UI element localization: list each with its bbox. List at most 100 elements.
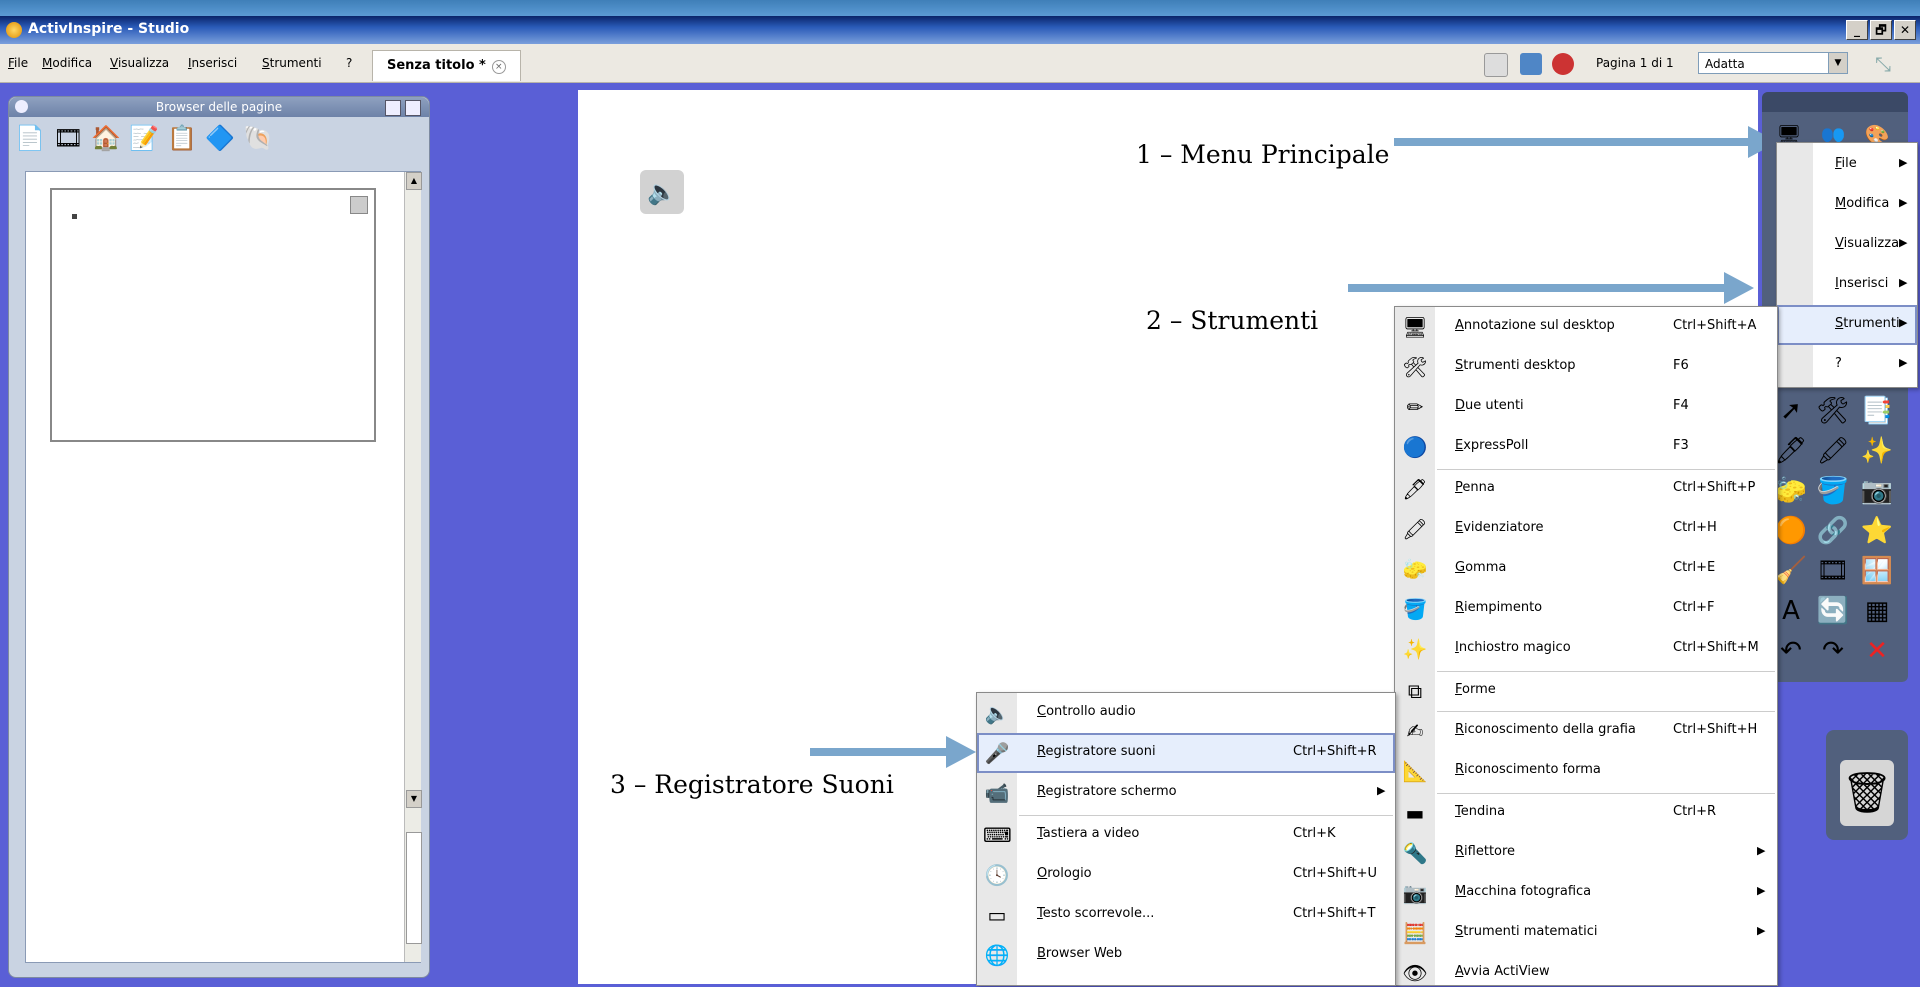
submenu-arrow-icon: ▶ bbox=[1899, 156, 1908, 169]
resource-tool-icon[interactable]: 🎞 bbox=[1814, 552, 1852, 590]
main-menu-item[interactable]: ? ▶ bbox=[1777, 345, 1917, 385]
handwriting-recognition-icon: ✍ bbox=[1406, 719, 1424, 743]
scroll-up-icon[interactable]: ▲ bbox=[406, 172, 422, 190]
main-menu-item[interactable]: Visualizza ▶ bbox=[1777, 225, 1917, 265]
tools-menu-item[interactable]: 📷 Macchina fotografica ▶ bbox=[1395, 873, 1777, 913]
more-tools-menu-item[interactable]: ⌨ Tastiera a video Ctrl+K bbox=[977, 815, 1395, 855]
main-menu-item-strumenti[interactable]: Strumenti ▶ bbox=[1777, 305, 1917, 345]
tools-menu-item[interactable]: 🔵 ExpressPoll F3 bbox=[1395, 427, 1777, 467]
fullscreen-icon[interactable]: ⤡ bbox=[1870, 52, 1896, 76]
menu-item-shortcut: Ctrl+Shift+P bbox=[1673, 480, 1756, 495]
activview-icon: 👁 bbox=[1402, 961, 1428, 985]
minimize-button[interactable]: _ bbox=[1846, 20, 1868, 40]
highlighter-tool-icon[interactable]: 🖍 bbox=[1814, 432, 1852, 470]
menu-visualizza[interactable]: Visualizza bbox=[110, 56, 169, 70]
maximize-button[interactable]: 🗗 bbox=[1870, 20, 1892, 40]
close-button[interactable]: ✕ bbox=[1894, 20, 1916, 40]
more-tools-menu-item[interactable]: 🔈 Controllo audio bbox=[977, 693, 1395, 733]
more-tools-menu-item[interactable]: 🕓 Orologio Ctrl+Shift+U bbox=[977, 855, 1395, 895]
menu-item-shortcut: Ctrl+H bbox=[1673, 520, 1717, 535]
submenu-arrow-icon: ▶ bbox=[1377, 784, 1386, 797]
more-tools-menu-item[interactable]: 📹 Registratore schermo ▶ bbox=[977, 773, 1395, 813]
main-menu-item[interactable]: Modifica ▶ bbox=[1777, 185, 1917, 225]
notes-icon[interactable]: 📝 bbox=[129, 123, 159, 153]
pages-icon[interactable]: 📄 bbox=[15, 123, 45, 153]
resources-icon[interactable]: 🎞 bbox=[53, 123, 83, 153]
tools-menu-item[interactable]: ▬ Tendina Ctrl+R bbox=[1395, 793, 1777, 833]
zoom-select[interactable]: Adatta ▼ bbox=[1698, 52, 1848, 74]
tools-menu-item[interactable]: 🖊 Penna Ctrl+Shift+P bbox=[1395, 469, 1777, 509]
main-menu-item[interactable]: Inserisci ▶ bbox=[1777, 265, 1917, 305]
page-browser-title: Browser delle pagine bbox=[155, 100, 283, 114]
fill-tool-icon[interactable]: 🪣 bbox=[1814, 472, 1852, 510]
menu-modifica[interactable]: Modifica bbox=[42, 56, 92, 70]
pin-icon[interactable] bbox=[15, 100, 28, 113]
tools-menu-item[interactable]: ⧉ Forme bbox=[1395, 671, 1777, 711]
tools-menu-item[interactable]: ✍ Riconoscimento della grafia Ctrl+Shift+H bbox=[1395, 711, 1777, 751]
toolbox-header bbox=[1762, 92, 1908, 112]
main-menu-item[interactable]: File ▶ bbox=[1777, 145, 1917, 185]
menu-item-label: Testo scorrevole... bbox=[1037, 906, 1155, 921]
menu-item-label: Tendina bbox=[1455, 804, 1506, 819]
tab-document[interactable]: Senza titolo * × bbox=[372, 50, 521, 81]
page-copy-icon[interactable]: 📑 bbox=[1858, 392, 1896, 430]
dual-screen-icon[interactable] bbox=[1520, 53, 1542, 75]
magic-ink-tool-icon[interactable]: ✨ bbox=[1858, 432, 1896, 470]
tools-menu-item[interactable]: 🪣 Riempimento Ctrl+F bbox=[1395, 589, 1777, 629]
tools-menu-item[interactable]: 🧮 Strumenti matematici ▶ bbox=[1395, 913, 1777, 953]
page-thumbnail[interactable] bbox=[50, 188, 376, 442]
menu-inserisci[interactable]: Inserisci bbox=[188, 56, 237, 70]
grid-tool-icon[interactable]: ▦ bbox=[1858, 592, 1896, 630]
more-tools-menu-item[interactable]: 🌐 Browser Web bbox=[977, 935, 1395, 975]
tools-menu-item[interactable]: 🖥 Annotazione sul desktop Ctrl+Shift+A bbox=[1395, 307, 1777, 347]
tools-menu-item[interactable]: 🛠 Strumenti desktop F6 bbox=[1395, 347, 1777, 387]
page-view-icon[interactable] bbox=[1484, 53, 1508, 77]
window-top-accent bbox=[0, 0, 1920, 16]
audio-object-icon[interactable]: 🔈 bbox=[640, 170, 684, 214]
scroll-down-icon[interactable]: ▼ bbox=[406, 790, 422, 808]
expresspoll-icon: 🔵 bbox=[1402, 435, 1428, 459]
properties-icon[interactable]: 📋 bbox=[167, 123, 197, 153]
tools-menu-item[interactable]: 🧽 Gomma Ctrl+E bbox=[1395, 549, 1777, 589]
redo-icon[interactable]: ↷ bbox=[1814, 632, 1852, 670]
menu-help[interactable]: ? bbox=[346, 56, 352, 70]
camera-tool-icon[interactable]: 📷 bbox=[1858, 472, 1896, 510]
submenu-arrow-icon: ▶ bbox=[1757, 884, 1766, 897]
clock-icon: 🕓 bbox=[984, 863, 1010, 887]
menu-item-label: Strumenti desktop bbox=[1455, 358, 1576, 373]
record-icon[interactable] bbox=[1552, 53, 1574, 75]
trash-icon[interactable]: 🗑 bbox=[1840, 760, 1894, 826]
voting-icon[interactable]: 🐚 bbox=[243, 123, 273, 153]
tools-menu-item[interactable]: ✨ Inchiostro magico Ctrl+Shift+M bbox=[1395, 629, 1777, 669]
zoom-slider[interactable] bbox=[406, 832, 422, 944]
desktop-tools-icon[interactable]: 🛠 bbox=[1814, 392, 1852, 430]
panel-close-icon[interactable] bbox=[405, 100, 421, 116]
menu-item-label: Inchiostro magico bbox=[1455, 640, 1571, 655]
star-tool-icon[interactable]: ⭐ bbox=[1858, 512, 1896, 550]
ticker-icon: ▭ bbox=[987, 903, 1007, 927]
shapes-icon: ⧉ bbox=[1407, 679, 1423, 703]
tools-menu-item[interactable]: 📐 Riconoscimento forma bbox=[1395, 751, 1777, 791]
panel-options-icon[interactable] bbox=[385, 100, 401, 116]
main-menu-item-label: Strumenti bbox=[1835, 316, 1900, 331]
menu-file[interactable]: File bbox=[8, 56, 28, 70]
annotation-strumenti: 2 – Strumenti bbox=[1146, 306, 1319, 335]
connector-tool-icon[interactable]: 🔗 bbox=[1814, 512, 1852, 550]
chevron-down-icon[interactable]: ▼ bbox=[1828, 53, 1847, 73]
submenu-arrow-icon: ▶ bbox=[1899, 356, 1908, 369]
tools-menu-item[interactable]: ✏ Due utenti F4 bbox=[1395, 387, 1777, 427]
objects-icon[interactable]: 🏠 bbox=[91, 123, 121, 153]
more-tools-menu-item-sound-recorder[interactable]: 🎤 Registratore suoni Ctrl+Shift+R bbox=[977, 733, 1395, 773]
page-browser-scrollbar[interactable]: ▲ ▼ bbox=[404, 172, 422, 962]
page-browser-panel: Browser delle pagine 📄 🎞 🏠 📝 📋 🔷 🐚 ▲ ▼ bbox=[8, 96, 430, 978]
more-tools-menu-item[interactable]: ▭ Testo scorrevole... Ctrl+Shift+T bbox=[977, 895, 1395, 935]
tools-menu-item[interactable]: 👁 Avvia ActiView bbox=[1395, 953, 1777, 985]
menu-strumenti[interactable]: Strumenti bbox=[262, 56, 322, 70]
tab-close-icon[interactable]: × bbox=[491, 60, 506, 74]
tools-menu-item[interactable]: 🖍 Evidenziatore Ctrl+H bbox=[1395, 509, 1777, 549]
tools-menu-item[interactable]: 🔦 Riflettore ▶ bbox=[1395, 833, 1777, 873]
close-toolbox-icon[interactable]: ✕ bbox=[1858, 632, 1896, 670]
reset-page-icon[interactable]: 🔄 bbox=[1814, 592, 1852, 630]
curtain-tool-icon[interactable]: 🪟 bbox=[1858, 552, 1896, 590]
actions-icon[interactable]: 🔷 bbox=[205, 123, 235, 153]
